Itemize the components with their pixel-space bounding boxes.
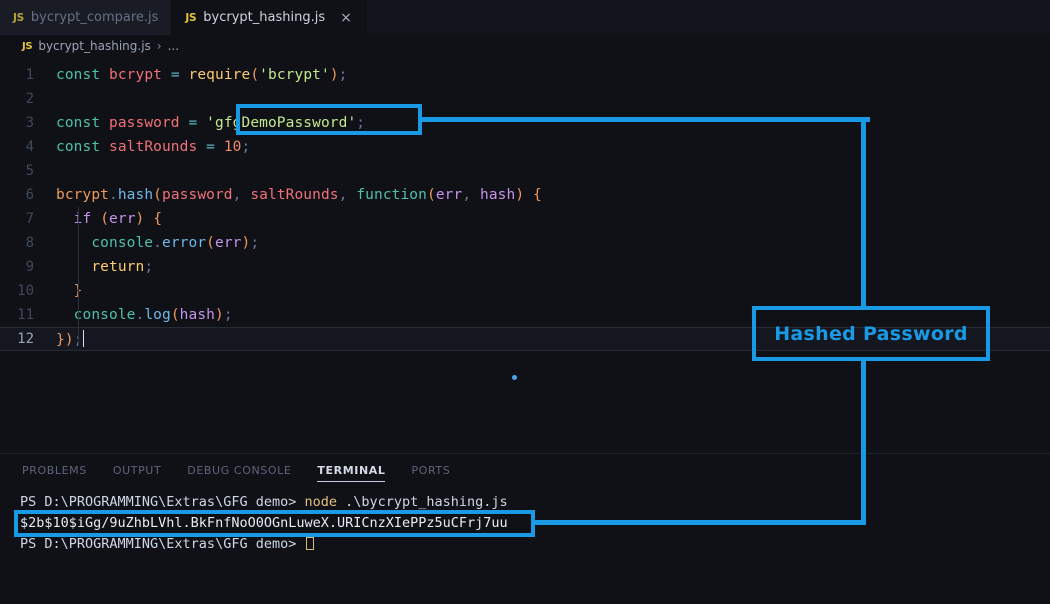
breadcrumb-more[interactable]: ...: [168, 39, 179, 53]
editor-tab-bycrypt-hashing[interactable]: JS bycrypt_hashing.js ×: [172, 0, 366, 35]
code-line[interactable]: 2: [0, 87, 1050, 111]
code-line[interactable]: 9 return;: [0, 255, 1050, 279]
code-line[interactable]: 1 const bcrypt = require('bcrypt');: [0, 63, 1050, 87]
panel-tab-label: TERMINAL: [317, 463, 386, 477]
code-line[interactable]: 8 console.error(err);: [0, 231, 1050, 255]
annotation-connector-bottom-horizontal: [533, 520, 866, 525]
annotation-highlight-hash: [14, 510, 535, 537]
panel-tab-problems[interactable]: PROBLEMS: [22, 454, 87, 486]
line-number: 6: [25, 187, 34, 203]
annotation-label-box: Hashed Password: [752, 306, 990, 361]
vscode-window: JS bycrypt_compare.js JS bycrypt_hashing…: [0, 0, 1050, 604]
panel-tab-label: PORTS: [411, 463, 451, 477]
js-file-icon: JS: [13, 11, 24, 24]
panel-tab-label: DEBUG CONSOLE: [187, 463, 292, 477]
annotation-connector-lower-vertical: [861, 359, 866, 523]
line-number: 4: [25, 139, 34, 155]
code-line[interactable]: 6 bcrypt.hash(password, saltRounds, funct…: [0, 183, 1050, 207]
close-icon[interactable]: ×: [340, 11, 352, 25]
line-number: 8: [25, 235, 34, 251]
chevron-right-icon: ›: [156, 39, 162, 53]
annotation-highlight-password: [236, 104, 422, 135]
editor-tab-label: bycrypt_compare.js: [30, 10, 159, 25]
line-number: 7: [25, 211, 34, 227]
js-file-icon: JS: [185, 11, 197, 24]
annotation-label-text: Hashed Password: [774, 322, 968, 345]
terminal-command-args: .\bycrypt_hashing.js: [337, 494, 508, 510]
annotation-connector-upper-vertical: [861, 117, 866, 309]
terminal-command: node: [304, 494, 337, 510]
code-text: console.error(err);: [91, 235, 260, 251]
line-number: 2: [25, 91, 34, 107]
terminal-prompt-line: PS D:\PROGRAMMING\Extras\GFG demo>: [20, 534, 1050, 555]
code-line[interactable]: 7 if (err) {: [0, 207, 1050, 231]
terminal-cursor: [306, 537, 315, 550]
line-number: 3: [25, 115, 34, 131]
breadcrumb-file[interactable]: bycrypt_hashing.js: [38, 39, 150, 53]
panel-tab-ports[interactable]: PORTS: [411, 454, 450, 486]
code-text: });: [56, 330, 85, 348]
code-text: const saltRounds = 10;: [56, 139, 251, 155]
line-number: 10: [17, 283, 34, 299]
editor-tab-label: bycrypt_hashing.js: [203, 10, 326, 25]
panel-tab-label: PROBLEMS: [22, 463, 87, 477]
code-line[interactable]: 4 const saltRounds = 10;: [0, 135, 1050, 159]
panel-tab-bar: PROBLEMS OUTPUT DEBUG CONSOLE TERMINAL PORTS: [0, 454, 1050, 486]
panel-tab-output[interactable]: OUTPUT: [113, 454, 161, 486]
code-line[interactable]: 10 }: [0, 279, 1050, 303]
tab-bar-empty-space: [365, 0, 1050, 35]
line-number: 5: [25, 163, 34, 179]
breadcrumb[interactable]: JS bycrypt_hashing.js › ...: [0, 35, 1050, 57]
editor-tab-bar: JS bycrypt_compare.js JS bycrypt_hashing…: [0, 0, 1050, 35]
minimap-slider-dot: [512, 375, 517, 380]
line-number: 11: [17, 307, 34, 323]
annotation-connector-top-horizontal: [420, 117, 870, 122]
panel-tab-debug-console[interactable]: DEBUG CONSOLE: [187, 454, 291, 486]
indent-guide: [78, 207, 79, 345]
code-text: return;: [91, 259, 154, 275]
line-number: 12: [17, 331, 34, 347]
code-text: bcrypt.hash(password, saltRounds, functi…: [56, 187, 542, 203]
line-number: 9: [25, 259, 34, 275]
code-text: if (err) {: [73, 211, 163, 227]
panel-tab-label: OUTPUT: [112, 463, 162, 477]
code-line[interactable]: 5: [0, 159, 1050, 183]
code-line[interactable]: 3 const password = 'gfgDemoPassword';: [0, 111, 1050, 135]
terminal-prompt: PS D:\PROGRAMMING\Extras\GFG demo>: [20, 494, 305, 510]
editor-tab-bycrypt-compare[interactable]: JS bycrypt_compare.js: [0, 0, 173, 35]
code-text: console.log(hash);: [73, 307, 233, 323]
text-cursor: [82, 330, 85, 347]
js-file-icon: JS: [22, 40, 33, 52]
line-number: 1: [25, 67, 34, 83]
code-text: const bcrypt = require('bcrypt');: [56, 67, 348, 83]
panel-tab-terminal[interactable]: TERMINAL: [317, 454, 386, 486]
terminal-prompt: PS D:\PROGRAMMING\Extras\GFG demo>: [20, 536, 305, 552]
